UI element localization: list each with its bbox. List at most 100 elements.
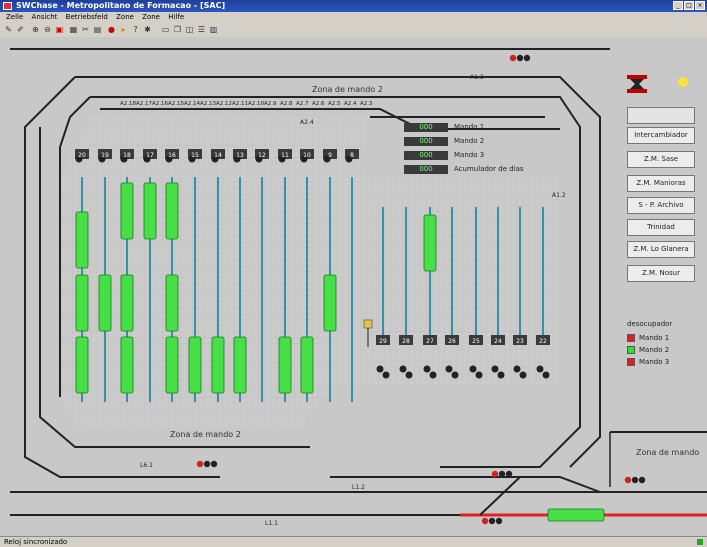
train-car	[75, 211, 89, 269]
signal-lamp	[382, 371, 390, 379]
track-label: A2.9	[264, 101, 277, 107]
signal-lamp	[475, 371, 483, 379]
signal-lamp	[445, 365, 453, 373]
track-number: 12	[258, 152, 266, 159]
train-car	[143, 182, 157, 240]
train-car	[120, 182, 134, 240]
signal-lamp	[513, 365, 521, 373]
window-controls: _ □ ×	[673, 1, 705, 10]
blank-button[interactable]	[627, 107, 695, 124]
train-car	[165, 336, 179, 394]
help-icon[interactable]: ?	[130, 24, 141, 35]
counter-value: 000	[404, 165, 448, 174]
status-indicator	[697, 539, 703, 545]
signal-lamp	[405, 371, 413, 379]
zone-label-right: Zona de mando	[636, 448, 699, 457]
legend-item: Mando 1	[627, 334, 669, 342]
trinidad-button[interactable]: Trinidad	[627, 219, 695, 236]
train-car	[423, 214, 437, 272]
play-icon[interactable]: ▸	[118, 24, 129, 35]
zm-nosur-button[interactable]: Z.M. Nosur	[627, 265, 695, 282]
minimize-button[interactable]: _	[673, 1, 683, 10]
train-car	[165, 182, 179, 240]
train-car	[120, 274, 134, 332]
signal-lamp	[210, 460, 218, 468]
zoom-in-icon[interactable]: ⊕	[30, 24, 41, 35]
track-label: A2.14	[184, 101, 201, 107]
counter-row: 000 Mando 1	[404, 123, 484, 132]
zoom-out-icon[interactable]: ⊖	[42, 24, 53, 35]
signal-lamp	[203, 460, 211, 468]
title-bar: SWChase - Metropolitano de Formacao - [S…	[0, 0, 707, 12]
window-icon[interactable]: ▭	[160, 24, 171, 35]
signal-lamp	[498, 470, 506, 478]
track-number: 9	[328, 152, 332, 159]
track-number: 19	[101, 152, 109, 159]
track-diagram: 20 19 18 17 16 15 14 13 12 11 10 9 8 29 28 27 26 25 24 23 22…	[10, 48, 707, 527]
legend-label: Mando 2	[639, 346, 670, 354]
menu-item-betriebsfeld[interactable]: Betriebsfeld	[66, 13, 108, 21]
legend-label: Mando 1	[639, 334, 670, 342]
signal-lamp	[488, 517, 496, 525]
menu-item-hilfe[interactable]: Hilfe	[168, 13, 184, 21]
signal-lamp	[495, 517, 503, 525]
label-l12: L1.2	[352, 484, 365, 491]
legend-label: Mando 3	[639, 358, 670, 366]
menu-item-zone-2[interactable]: Zone	[142, 13, 160, 21]
track-number: 27	[426, 338, 434, 345]
pencil-icon[interactable]: ✎	[3, 24, 14, 35]
train-car	[211, 336, 225, 394]
signal-lamp	[196, 460, 204, 468]
counter-label: Mando 3	[454, 151, 485, 159]
list-icon[interactable]: ☰	[196, 24, 207, 35]
fit-icon[interactable]: ▣	[54, 24, 65, 35]
track-number: 11	[281, 152, 289, 159]
track-number: 29	[379, 338, 387, 345]
menu-item-ansicht[interactable]: Ansicht	[32, 13, 58, 21]
track-label: A2.17	[136, 101, 153, 107]
counter-label: Mando 2	[454, 137, 485, 145]
sp-archivo-button[interactable]: S - P. Archivo	[627, 197, 695, 214]
layout-icon[interactable]: ▥	[208, 24, 219, 35]
track-label: A2.4	[344, 101, 357, 107]
track-label: A2.18	[120, 101, 137, 107]
track-number: 24	[494, 338, 502, 345]
track-number: 10	[303, 152, 311, 159]
zone-label-lower: Zona de mando 2	[170, 430, 241, 439]
cut-icon[interactable]: ✂	[80, 24, 91, 35]
intercambiador-button[interactable]: Intercambiador	[627, 127, 695, 144]
train-car	[233, 336, 247, 394]
signal-lamp	[399, 365, 407, 373]
close-button[interactable]: ×	[695, 1, 705, 10]
train-car	[547, 508, 605, 522]
menu-item-zone[interactable]: Zone	[116, 13, 134, 21]
cascade-icon[interactable]: ❐	[172, 24, 183, 35]
zm-lo-glanera-button[interactable]: Z.M. Lo Glanera	[627, 241, 695, 258]
menu-item-zelle[interactable]: Zelle	[6, 13, 23, 21]
signal-lamp	[631, 476, 639, 484]
stop-icon[interactable]: ●	[106, 24, 117, 35]
track-label: A2.6	[312, 101, 325, 107]
save-icon[interactable]: ▤	[92, 24, 103, 35]
status-bar: Reloj sincronizado	[0, 536, 707, 547]
tile-icon[interactable]: ◫	[184, 24, 195, 35]
grid-icon[interactable]: ▦	[68, 24, 79, 35]
signal-lamp	[497, 371, 505, 379]
signal-lamp	[505, 470, 513, 478]
zm-manioras-button[interactable]: Z.M. Manioras	[627, 175, 695, 192]
pen-icon[interactable]: ✐	[15, 24, 26, 35]
maximize-button[interactable]: □	[684, 1, 694, 10]
zone-label-upper: Zona de mando 2	[312, 85, 383, 94]
sun-icon	[678, 77, 688, 87]
track-label: A2.7	[296, 101, 309, 107]
track-label: A2.8	[280, 101, 293, 107]
track-number: 8	[350, 152, 354, 159]
train-car	[98, 274, 112, 332]
train-car	[75, 274, 89, 332]
signal-lamp	[481, 517, 489, 525]
train-car	[165, 274, 179, 332]
legend-title: desocupador	[627, 320, 673, 328]
track-label: A2.3	[360, 101, 373, 107]
zm-sase-button[interactable]: Z.M. Sase	[627, 151, 695, 168]
route-icon[interactable]: ✱	[142, 24, 153, 35]
